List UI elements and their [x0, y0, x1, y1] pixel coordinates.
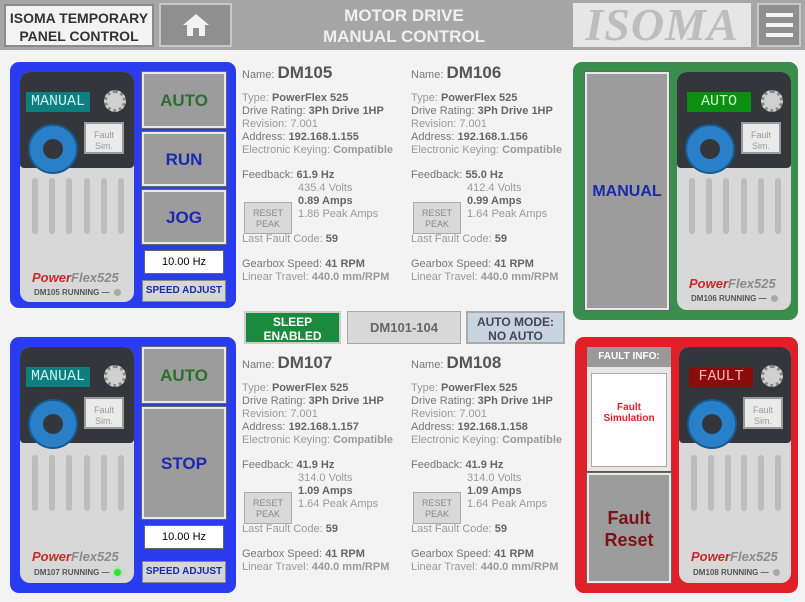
- drive-name: DM108: [446, 353, 502, 372]
- mode-indicator: FAULT: [689, 367, 753, 387]
- fault-sim-button[interactable]: Fault Sim.: [741, 122, 781, 154]
- speed-knob-icon: [104, 365, 126, 387]
- fault-info-label: FAULT INFO:: [587, 347, 671, 367]
- speed-adjust-button[interactable]: SPEED ADJUST: [142, 280, 226, 302]
- speed-adjust-button[interactable]: SPEED ADJUST: [142, 561, 226, 583]
- dm106-info: Name: DM106 Type: PowerFlex 525 Drive Ra…: [411, 63, 563, 283]
- speed-knob-icon: [104, 90, 126, 112]
- powerflex-logo: PowerFlex525: [691, 549, 778, 564]
- panel-title: ISOMA TEMPORARY PANEL CONTROL: [4, 4, 154, 47]
- reset-peak-button[interactable]: RESET PEAK: [244, 492, 292, 524]
- reset-peak-button[interactable]: RESET PEAK: [413, 202, 461, 234]
- fault-sim-button[interactable]: Fault Sim.: [84, 397, 124, 429]
- vent-grille: [689, 178, 781, 234]
- dm105-panel: MANUAL Fault Sim. PowerFlex525 DM105 RUN…: [10, 62, 236, 308]
- reset-peak-button[interactable]: RESET PEAK: [413, 492, 461, 524]
- vent-grille: [32, 455, 124, 511]
- run-status: DM108 RUNNING —: [693, 568, 780, 577]
- manual-button[interactable]: MANUAL: [584, 71, 670, 311]
- run-status: DM105 RUNNING —: [34, 288, 121, 297]
- fault-message: Fault Simulation: [591, 373, 667, 467]
- auto-button[interactable]: AUTO: [141, 346, 227, 404]
- reset-peak-button[interactable]: RESET PEAK: [244, 202, 292, 234]
- drive-unit: FAULT Fault Sim. PowerFlex525 DM108 RUNN…: [679, 347, 791, 583]
- dpad-icon: [687, 399, 737, 449]
- stop-button[interactable]: STOP: [141, 406, 227, 520]
- speed-knob-icon: [761, 90, 783, 112]
- home-icon: [182, 14, 209, 36]
- dm108-panel: FAULT INFO: Fault Simulation Fault Reset…: [575, 337, 798, 593]
- powerflex-logo: PowerFlex525: [32, 270, 119, 285]
- run-button[interactable]: RUN: [141, 131, 227, 187]
- isoma-logo: ISOMA: [573, 2, 751, 48]
- drive-name: DM106: [446, 63, 502, 82]
- drive-range-button[interactable]: DM101-104: [347, 311, 461, 344]
- speed-knob-icon: [761, 365, 783, 387]
- drive-name: DM107: [277, 353, 333, 372]
- powerflex-logo: PowerFlex525: [689, 276, 776, 291]
- auto-mode-button[interactable]: AUTO MODE: NO AUTO: [466, 311, 565, 344]
- dm107-panel: MANUAL Fault Sim. PowerFlex525 DM107 RUN…: [10, 337, 236, 593]
- menu-icon: [766, 13, 793, 17]
- vent-grille: [691, 455, 781, 511]
- powerflex-logo: PowerFlex525: [32, 549, 119, 564]
- dm108-info: Name: DM108 Type: PowerFlex 525 Drive Ra…: [411, 353, 563, 573]
- frequency-input[interactable]: 10.00 Hz: [144, 250, 224, 274]
- mode-indicator: MANUAL: [26, 92, 90, 112]
- status-led: [113, 569, 121, 577]
- dm106-panel: MANUAL AUTO Fault Sim. PowerFlex525 DM10…: [573, 62, 798, 320]
- fault-sim-button[interactable]: Fault Sim.: [743, 397, 783, 429]
- dpad-icon: [28, 399, 78, 449]
- fault-reset-button[interactable]: Fault Reset: [586, 472, 672, 584]
- drive-unit: AUTO Fault Sim. PowerFlex525 DM106 RUNNI…: [677, 72, 791, 310]
- dpad-icon: [685, 124, 735, 174]
- status-led: [113, 289, 121, 297]
- page-title: MOTOR DRIVE MANUAL CONTROL: [322, 6, 486, 46]
- drive-unit: MANUAL Fault Sim. PowerFlex525 DM105 RUN…: [20, 72, 134, 302]
- status-led: [770, 295, 778, 303]
- sleep-enabled-button[interactable]: SLEEP ENABLED: [244, 311, 341, 344]
- dm107-info: Name: DM107 Type: PowerFlex 525 Drive Ra…: [242, 353, 394, 573]
- vent-grille: [32, 178, 124, 234]
- fault-sim-button[interactable]: Fault Sim.: [84, 122, 124, 154]
- drive-unit: MANUAL Fault Sim. PowerFlex525 DM107 RUN…: [20, 347, 134, 583]
- mode-indicator: MANUAL: [26, 367, 90, 387]
- status-led: [772, 569, 780, 577]
- jog-button[interactable]: JOG: [141, 189, 227, 245]
- dm105-info: Name: DM105 Type: PowerFlex 525 Drive Ra…: [242, 63, 394, 283]
- home-button[interactable]: [159, 3, 232, 47]
- drive-name: DM105: [277, 63, 333, 82]
- mode-indicator: AUTO: [687, 92, 751, 112]
- auto-button[interactable]: AUTO: [141, 71, 227, 129]
- frequency-input[interactable]: 10.00 Hz: [144, 525, 224, 549]
- dpad-icon: [28, 124, 78, 174]
- fault-info-box: FAULT INFO: Fault Simulation: [587, 347, 671, 471]
- run-status: DM106 RUNNING —: [691, 294, 778, 303]
- run-status: DM107 RUNNING —: [34, 568, 121, 577]
- menu-button[interactable]: [757, 3, 801, 47]
